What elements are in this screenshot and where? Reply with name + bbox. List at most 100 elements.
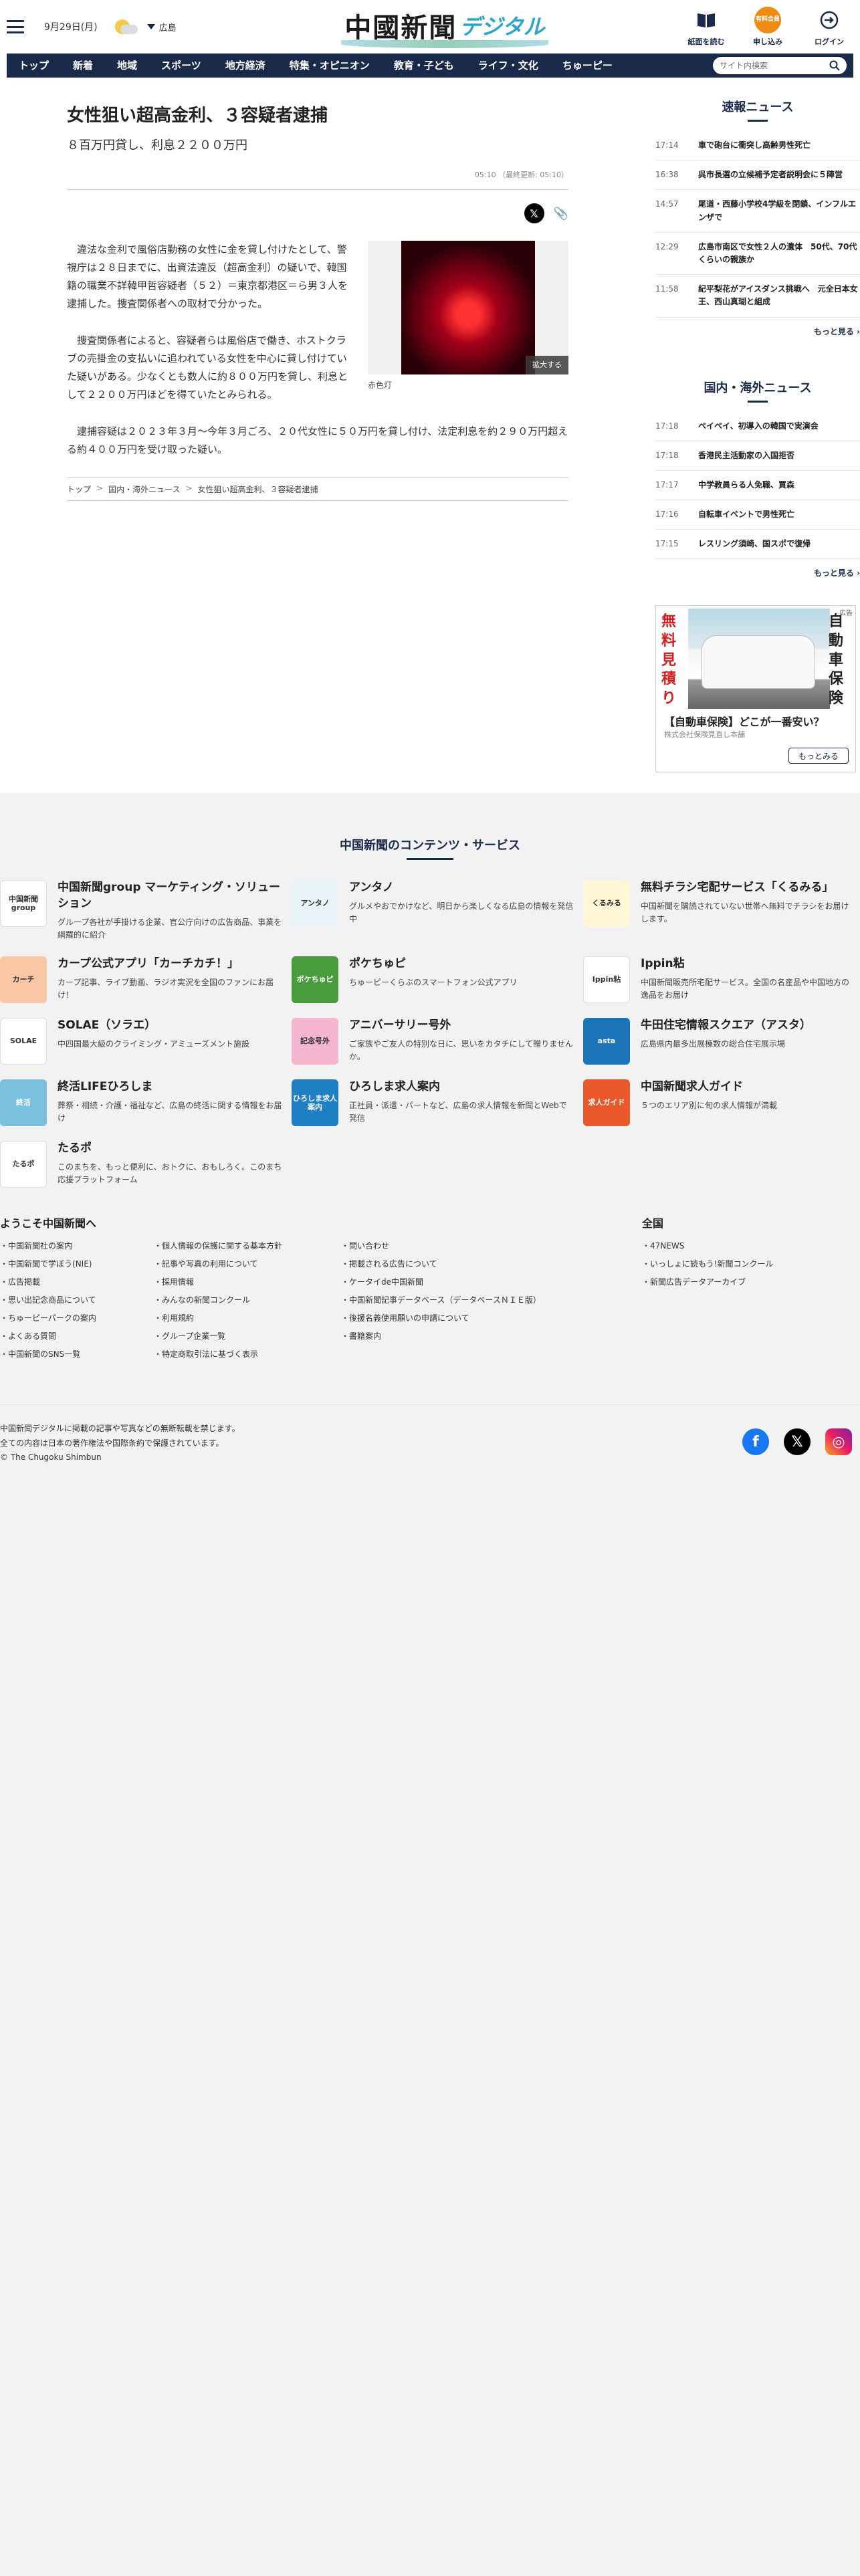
car-image xyxy=(688,609,830,710)
service-card[interactable]: アンタノ アンタノ グルメやおでかけなど、明日から楽しくなる広島の情報を発信中 xyxy=(292,880,583,942)
copyright-line: 中国新聞デジタルに掲載の記事や写真などの無断転載を禁じます。 xyxy=(0,1424,240,1433)
menu-icon[interactable] xyxy=(7,20,24,33)
apply-button[interactable]: 有料会員 申し込み xyxy=(746,7,789,47)
region-selector[interactable]: 広島 xyxy=(146,21,177,33)
tarupo-icon: たるポ xyxy=(0,1140,47,1188)
search-icon[interactable] xyxy=(829,60,840,71)
breadcrumb-separator: > xyxy=(96,484,104,494)
footer-link[interactable]: 中国新聞記事データベース（データベースＮＩＥ版） xyxy=(341,1294,642,1305)
login-icon xyxy=(816,7,843,33)
service-card[interactable]: ポケちゅピ ポケちゅピ ちゅーピーくらぶのスマートフォン公式アプリ xyxy=(292,956,583,1003)
x-icon[interactable]: 𝕏 xyxy=(784,1428,811,1455)
login-label: ログイン xyxy=(815,37,844,46)
nav-chupi[interactable]: ちゅーピー xyxy=(550,53,625,78)
instagram-icon[interactable]: ◎ xyxy=(825,1428,852,1455)
footer-link[interactable]: 利用規約 xyxy=(154,1312,341,1323)
footer-link[interactable]: グループ企業一覧 xyxy=(154,1330,341,1341)
news-time: 14:57 xyxy=(655,199,679,209)
service-card[interactable]: asta 牛田住宅情報スクエア（アスタ） 広島県内最多出展棟数の総合住宅展示場 xyxy=(583,1017,860,1065)
footer-link[interactable]: よくある質問 xyxy=(0,1330,154,1341)
footer-link[interactable]: 後援名義使用願いの申請について xyxy=(341,1312,642,1323)
service-card[interactable]: 求人ガイド 中国新聞求人ガイド ５つのエリア別に旬の求人情報が満載 xyxy=(583,1079,860,1126)
service-desc: ちゅーピーくらぶのスマートフォン公式アプリ xyxy=(349,977,518,987)
service-card[interactable]: 記念号外 アニバーサリー号外 ご家族やご友人の特別な日に、思いをカタチにして贈りませ… xyxy=(292,1017,583,1065)
article-subhead: ８百万円貸し、利息２２００万円 xyxy=(67,138,247,153)
footer-link[interactable]: 個人情報の保護に関する基本方針 xyxy=(154,1240,341,1251)
footer-link[interactable]: みんなの新聞コンクール xyxy=(154,1294,341,1305)
nav-education[interactable]: 教育・子ども xyxy=(382,53,466,78)
news-headline: 香港民主活動家の入国拒否 xyxy=(698,450,795,460)
news-item[interactable]: 17:18 香港民主活動家の入国拒否 xyxy=(655,441,860,471)
service-card[interactable]: たるポ たるポ このまちを、もっと便利に、おトクに、おもしろく。このまち応援プラット… xyxy=(0,1140,292,1188)
service-card[interactable]: カーチ カープ公式アプリ「カーチカチ！」 カープ記事、ライブ動画、ラジオ実況を全国の… xyxy=(0,956,292,1003)
login-button[interactable]: ログイン xyxy=(808,7,851,47)
carp-icon: カーチ xyxy=(0,956,47,1003)
news-item[interactable]: 17:18 ペイペイ、初導入の韓国で実演会 xyxy=(655,412,860,441)
updated-time: （最終更新: 05:10） xyxy=(498,171,568,180)
nav-life-culture[interactable]: ライフ・文化 xyxy=(466,53,550,78)
breadcrumb-category[interactable]: 国内・海外ニュース xyxy=(108,484,180,495)
news-time: 17:16 xyxy=(655,510,679,520)
national-more-link[interactable]: もっと見る › xyxy=(655,567,860,578)
news-item[interactable]: 17:14 車で砲台に衝突し高齢男性死亡 xyxy=(655,131,860,161)
nav-region[interactable]: 地域 xyxy=(105,53,149,78)
nav-new[interactable]: 新着 xyxy=(61,53,105,78)
nav-sports[interactable]: スポーツ xyxy=(149,53,213,78)
article-photo[interactable]: 拡大する xyxy=(368,241,568,375)
news-item[interactable]: 16:38 呉市長選の立候補予定者説明会に５陣営 xyxy=(655,160,860,191)
zenkoku-title: 全国 xyxy=(642,1216,664,1230)
footer-link[interactable]: 広告掲載 xyxy=(0,1276,154,1287)
footer-link[interactable]: 書籍案内 xyxy=(341,1330,642,1341)
facebook-icon[interactable]: f xyxy=(742,1428,769,1455)
footer-link[interactable]: 採用情報 xyxy=(154,1276,341,1287)
breaking-more-link[interactable]: もっと見る › xyxy=(655,326,860,337)
nav-top[interactable]: トップ xyxy=(13,53,61,78)
service-card[interactable]: 中国新聞group 中国新聞group マーケティング・ソリューション グループ各社… xyxy=(0,880,292,942)
footer-link[interactable]: 中国新聞のSNS一覧 xyxy=(0,1348,154,1360)
service-card[interactable]: くるみる 無料チラシ宅配サービス「くるみる」 中国新聞を購読されていない世帯へ無料で… xyxy=(583,880,860,942)
nav-economy[interactable]: 地方経済 xyxy=(213,53,278,78)
x-share-icon[interactable]: 𝕏 xyxy=(524,203,544,224)
footer-link[interactable]: 問い合わせ xyxy=(341,1240,642,1251)
footer-link[interactable]: 掲載される広告について xyxy=(341,1258,642,1269)
footer-link[interactable]: いっしょに読もう!新聞コンクール xyxy=(642,1258,773,1269)
footer-link[interactable]: ケータイde中国新聞 xyxy=(341,1276,642,1287)
service-card[interactable]: ひろしま求人案内 ひろしま求人案内 正社員・派遣・パートなど、広島の求人情報を新聞と… xyxy=(292,1079,583,1126)
footer-link[interactable]: 中国新聞社の案内 xyxy=(0,1240,154,1251)
service-card[interactable]: 終活 終活LIFEひろしま 葬祭・相続・介護・福祉など、広島の終活に関する情報をお届… xyxy=(0,1079,292,1126)
news-item[interactable]: 11:58 紀平梨花がアイスダンス挑戦へ 元全日本女王、西山真瑚と組成 xyxy=(655,275,860,318)
links-col-3: 問い合わせ掲載される広告についてケータイde中国新聞中国新聞記事データベース（デ… xyxy=(341,1240,642,1366)
search-input[interactable] xyxy=(720,61,829,70)
service-card[interactable]: SOLAE SOLAE（ソラエ） 中四国最大級のクライミング・アミューズメント施設 xyxy=(0,1017,292,1065)
zoom-button[interactable]: 拡大する xyxy=(526,356,568,375)
footer-link[interactable]: 記事や写真の利用について xyxy=(154,1258,341,1269)
ad-more-button[interactable]: もっとみる xyxy=(788,748,849,764)
service-title: ひろしま求人案内 xyxy=(349,1079,440,1093)
kyujin-annai-icon: ひろしま求人案内 xyxy=(292,1079,338,1126)
service-card[interactable]: Ippin粘 Ippin粘 中国新聞販売所宅配サービス。全国の名産品や中国地方の逸品… xyxy=(583,956,860,1003)
service-desc: ご家族やご友人の特別な日に、思いをカタチにして贈りませんか。 xyxy=(349,1039,573,1061)
apply-icon: 有料会員 xyxy=(754,7,781,33)
news-item[interactable]: 14:57 尾道・西藤小学校4学級を閉鎖、インフルエンザで xyxy=(655,190,860,233)
footer-link[interactable]: 思い出記念商品について xyxy=(0,1294,154,1305)
footer-link[interactable]: 47NEWS xyxy=(642,1240,773,1251)
published-time: 05:10 xyxy=(474,171,496,180)
news-item[interactable]: 17:16 自転車イベントで男性死亡 xyxy=(655,500,860,530)
news-time: 17:18 xyxy=(655,421,679,431)
news-item[interactable]: 17:17 中学教員らる人免職、買森 xyxy=(655,471,860,501)
footer-link[interactable]: ちゅーピーパークの案内 xyxy=(0,1312,154,1323)
footer-link[interactable]: 新聞広告データアーカイブ xyxy=(642,1276,773,1287)
nav-feature-opinion[interactable]: 特集・オピニオン xyxy=(278,53,382,78)
footer-link[interactable]: 特定商取引法に基づく表示 xyxy=(154,1348,341,1360)
clip-icon[interactable]: 📎 xyxy=(554,207,568,221)
news-item[interactable]: 12:29 広島市南区で女性２人の遺体 50代、70代くらいの親族か xyxy=(655,233,860,276)
ad-sponsor: 株式会社保険見直し本舗 xyxy=(664,730,745,740)
chevron-down-icon xyxy=(146,24,155,29)
solae-icon: SOLAE xyxy=(0,1017,47,1065)
insurance-ad[interactable]: 無料見積り 自動車保険 広告 【自動車保険】どこが一番安い？ 株式会社保険見直し… xyxy=(655,605,856,773)
read-paper-button[interactable]: 紙面を読む xyxy=(685,7,728,47)
news-item[interactable]: 17:15 レスリング須崎、国スポで復帰 xyxy=(655,530,860,560)
footer-link[interactable]: 中国新聞で学ぼう(NIE) xyxy=(0,1258,154,1269)
site-logo[interactable]: 中國新聞 デジタル xyxy=(334,8,555,48)
breadcrumb-top[interactable]: トップ xyxy=(67,484,91,495)
